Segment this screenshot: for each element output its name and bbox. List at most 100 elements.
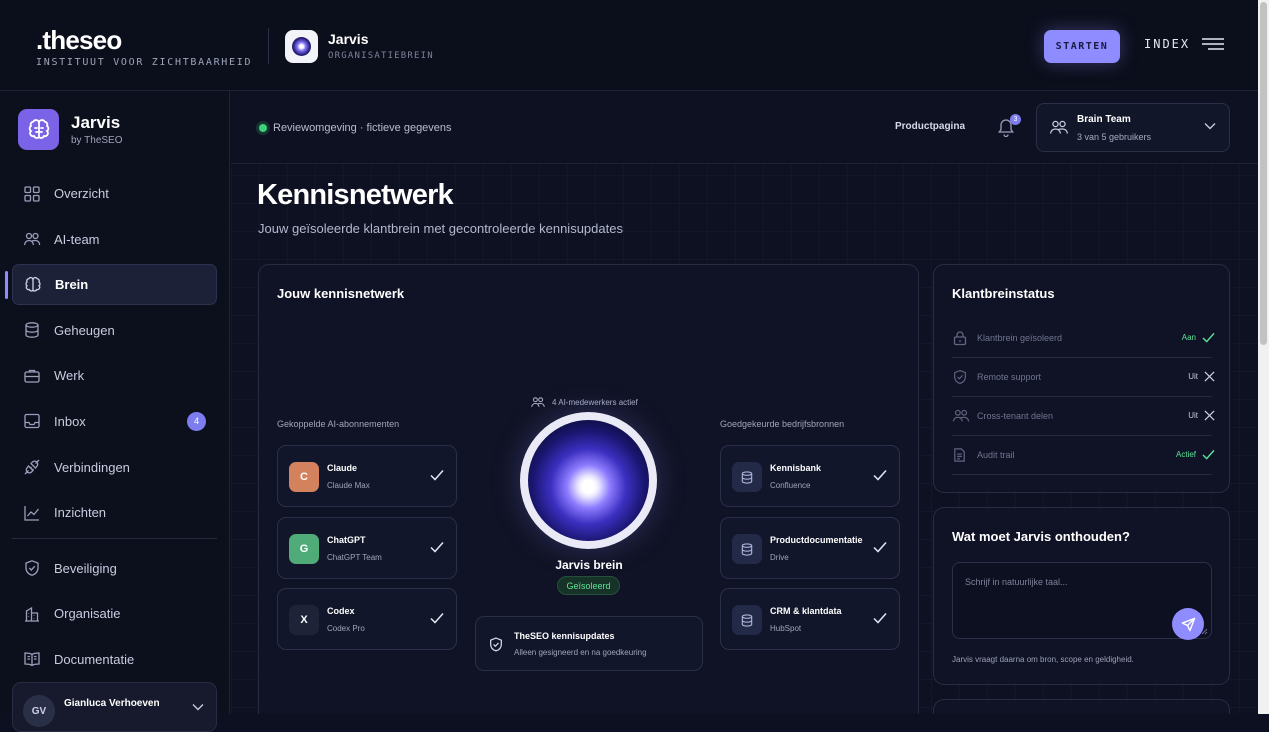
notification-count-badge: 3: [1010, 114, 1021, 125]
users-icon: [23, 232, 41, 246]
inbox-icon: [24, 414, 40, 429]
notifications-button[interactable]: 3: [997, 114, 1021, 139]
isolated-badge: Geïsoleerd: [557, 576, 620, 595]
sidebar-item-beveiliging[interactable]: Beveiliging: [12, 548, 217, 589]
subscription-chatgpt[interactable]: G ChatGPT ChatGPT Team: [277, 517, 457, 579]
updates-title: TheSEO kennisupdates: [514, 631, 615, 641]
sidebar-item-inzichten[interactable]: Inzichten: [12, 492, 217, 533]
book-icon: [24, 652, 40, 667]
sidebar-item-brein[interactable]: Brein: [5, 264, 217, 306]
page-subtitle: Jouw geïsoleerde klantbrein met gecontro…: [258, 221, 623, 236]
codex-logo-icon: X: [289, 605, 319, 635]
briefcase-icon: [24, 369, 40, 383]
document-icon: [954, 448, 965, 462]
jarvis-brain-orb[interactable]: [520, 412, 657, 549]
brain-title: Jarvis brein: [555, 558, 623, 572]
source-kennisbank[interactable]: Kennisbank Confluence: [720, 445, 900, 507]
lock-icon: [953, 331, 967, 346]
sidebar-item-inbox[interactable]: Inbox 4: [12, 401, 217, 442]
subscription-claude[interactable]: C Claude Claude Max: [277, 445, 457, 507]
sidebar-item-overzicht[interactable]: Overzicht: [12, 173, 217, 214]
source-crm[interactable]: CRM & klantdata HubSpot: [720, 588, 900, 650]
chevron-down-icon: [192, 704, 204, 711]
source-name: Kennisbank: [770, 463, 822, 473]
database-icon: [732, 534, 762, 564]
product-page-link[interactable]: Productpagina: [895, 121, 965, 132]
brand-name: Jarvis: [71, 113, 121, 132]
database-icon: [25, 322, 39, 339]
subscription-codex[interactable]: X Codex Codex Pro: [277, 588, 457, 650]
card-title: Wat moet Jarvis onthouden?: [952, 529, 1130, 544]
brand-by: by TheSEO: [71, 135, 123, 146]
sidebar-item-label: AI-team: [54, 231, 100, 247]
building-icon: [25, 606, 39, 622]
source-provider: HubSpot: [770, 624, 802, 633]
sidebar-item-geheugen[interactable]: Geheugen: [12, 310, 217, 351]
plug-icon: [24, 459, 40, 475]
sources-header: Goedgekeurde bedrijfsbronnen: [720, 419, 845, 429]
index-menu-button[interactable]: INDEX: [1144, 37, 1225, 51]
sidebar-item-verbindingen[interactable]: Verbindingen: [12, 447, 217, 488]
hamburger-icon: [1202, 38, 1225, 50]
team-selector[interactable]: Brain Team 3 van 5 gebruikers: [1036, 103, 1230, 152]
sidebar-item-label: Inbox: [54, 413, 86, 429]
status-value: Actief: [1176, 449, 1215, 460]
memory-input-card: Wat moet Jarvis onthouden? Schrijf in na…: [933, 507, 1230, 685]
shield-icon: [954, 369, 966, 385]
database-icon: [732, 462, 762, 492]
status-value-text: Uit: [1188, 372, 1198, 381]
start-button[interactable]: STARTEN: [1044, 30, 1120, 63]
source-name: Productdocumentatie: [770, 535, 863, 545]
sidebar-item-ai-team[interactable]: AI-team: [12, 219, 217, 260]
user-name: Gianluca Verhoeven: [64, 698, 160, 709]
grid-icon: [24, 185, 40, 202]
sidebar-item-organisatie[interactable]: Organisatie: [12, 593, 217, 634]
logo-tagline: INSTITUUT VOOR ZICHTBAARHEID: [36, 57, 253, 68]
sidebar-item-documentatie[interactable]: Documentatie: [12, 639, 217, 680]
subscription-name: Claude: [327, 463, 358, 473]
page-scrollbar[interactable]: [1258, 0, 1269, 714]
send-button[interactable]: [1172, 608, 1204, 640]
subscription-plan: Codex Pro: [327, 624, 365, 633]
knowledge-updates-tile[interactable]: TheSEO kennisupdates Alleen gesigneerd e…: [475, 616, 703, 671]
check-icon: [430, 542, 444, 553]
environment-indicator: Reviewomgeving · fictieve gegevens: [255, 119, 456, 137]
database-icon: [732, 605, 762, 635]
sidebar-item-label: Brein: [55, 277, 89, 293]
avatar: GV: [23, 695, 55, 727]
check-icon: [873, 542, 887, 553]
user-menu[interactable]: GV Gianluca Verhoeven: [12, 682, 217, 732]
sidebar-brand[interactable]: Jarvis by TheSEO: [18, 109, 123, 150]
check-icon: [1202, 449, 1215, 460]
index-label: INDEX: [1144, 37, 1191, 51]
updates-subtitle: Alleen gesigneerd en na goedkeuring: [514, 648, 647, 657]
card-title: Klantbreinstatus: [952, 286, 1055, 301]
theseo-logo[interactable]: .theseo INSTITUUT VOOR ZICHTBAARHEID: [36, 25, 252, 68]
close-icon: [1204, 371, 1215, 382]
textarea-placeholder: Schrijf in natuurlijke taal...: [965, 577, 1068, 587]
divider: [268, 28, 269, 64]
sidebar-item-werk[interactable]: Werk: [12, 355, 217, 396]
source-productdocumentatie[interactable]: Productdocumentatie Drive: [720, 517, 900, 579]
environment-label: Reviewomgeving · fictieve gegevens: [273, 122, 452, 134]
sidebar-item-label: Overzicht: [54, 186, 109, 201]
active-agents-text: 4 AI-medewerkers actief: [552, 397, 638, 407]
status-value-text: Aan: [1181, 333, 1196, 342]
inbox-count-badge: 4: [187, 411, 206, 431]
chart-icon: [24, 505, 40, 521]
check-icon: [1202, 332, 1215, 343]
logo-word: .theseo: [36, 25, 122, 55]
subscription-plan: Claude Max: [327, 481, 370, 490]
status-label: Audit trail: [977, 450, 1015, 460]
users-icon: [952, 409, 970, 422]
send-icon: [1181, 617, 1195, 631]
status-dot: [259, 124, 267, 132]
jarvis-orb-icon: [285, 30, 318, 63]
chatgpt-logo-icon: G: [289, 534, 319, 564]
scrollbar-thumb[interactable]: [1260, 2, 1267, 345]
sidebar-nav: Overzicht AI-team Brein Geheugen Werk In…: [5, 173, 217, 685]
status-value: Aan: [1182, 332, 1215, 343]
check-icon: [430, 470, 444, 481]
sidebar-item-label: Documentatie: [54, 651, 135, 667]
nav-divider: [12, 537, 217, 539]
